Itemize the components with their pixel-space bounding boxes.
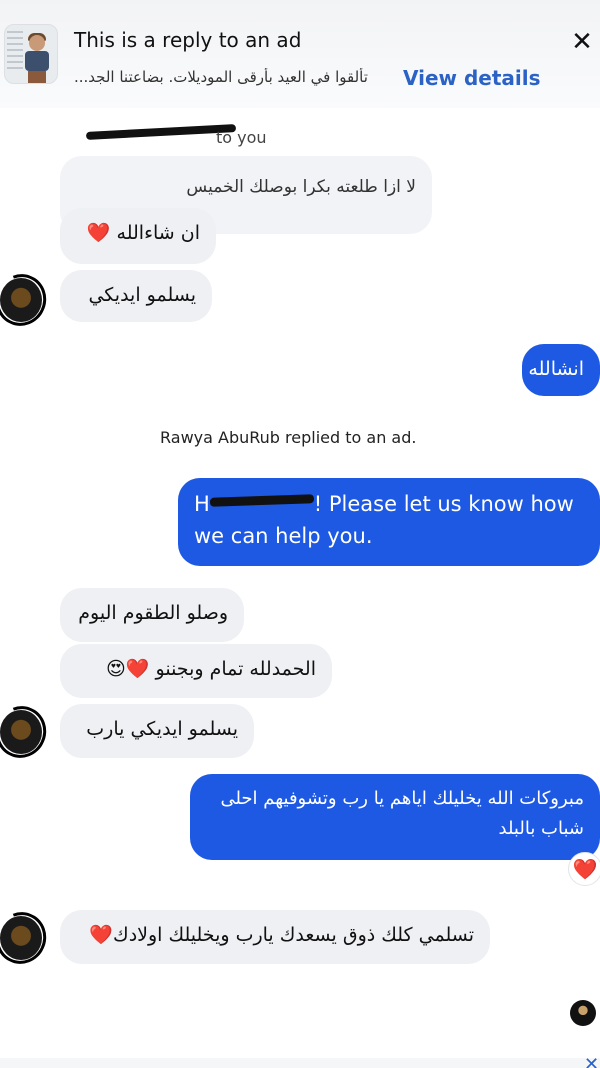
ad-snippet: تألقوا في العيد بأرقى الموديلات. بضاعتنا… bbox=[74, 68, 368, 86]
seen-avatar bbox=[570, 1000, 596, 1026]
message-bubble-incoming[interactable]: وصلو الطقوم اليوم bbox=[60, 588, 244, 642]
heart-reaction[interactable]: ❤️ bbox=[568, 852, 600, 886]
sender-avatar[interactable] bbox=[0, 278, 42, 322]
bottom-ad-strip: ✕ bbox=[0, 1054, 600, 1068]
close-icon[interactable]: ✕ bbox=[568, 26, 596, 58]
message-text-prefix: H bbox=[194, 492, 210, 516]
reply-note: to you bbox=[216, 128, 267, 147]
message-bubble-outgoing[interactable]: انشالله bbox=[522, 344, 600, 396]
reply-note-ad: Rawya AbuRub replied to an ad. bbox=[160, 428, 417, 447]
redaction-scribble bbox=[85, 124, 237, 140]
heart-emoji: ❤️ bbox=[86, 222, 111, 244]
ad-reply-banner[interactable]: This is a reply to an ad ✕ تألقوا في الع… bbox=[0, 0, 600, 108]
message-bubble-incoming[interactable]: تسلمي كلك ذوق يسعدك يارب ويخليلك اولادك❤… bbox=[60, 910, 490, 964]
view-details-link[interactable]: View details bbox=[403, 66, 541, 90]
message-text: ان شاءالله bbox=[116, 222, 200, 244]
heart-eyes-emoji: ❤️😍 bbox=[106, 658, 150, 680]
message-bubble-outgoing[interactable]: H! Please let us know how we can help yo… bbox=[178, 478, 600, 566]
sender-avatar[interactable] bbox=[0, 710, 42, 754]
sender-avatar[interactable] bbox=[0, 916, 42, 960]
redaction-scribble bbox=[209, 494, 314, 507]
ad-banner-title: This is a reply to an ad bbox=[74, 28, 302, 52]
message-bubble-incoming[interactable]: يسلمو ايديكي bbox=[60, 270, 212, 322]
heart-emoji: ❤️ bbox=[89, 924, 114, 946]
message-text: تسلمي كلك ذوق يسعدك يارب ويخليلك اولادك bbox=[113, 924, 474, 946]
message-bubble-incoming[interactable]: ان شاءالله ❤️ bbox=[60, 208, 216, 264]
message-bubble-incoming[interactable]: الحمدلله تمام وبجننو ❤️😍 bbox=[60, 644, 332, 698]
message-text: الحمدلله تمام وبجننو bbox=[155, 658, 316, 680]
ad-thumbnail[interactable] bbox=[4, 24, 58, 84]
message-bubble-outgoing[interactable]: مبروكات الله يخليلك اياهم يا رب وتشوفيهم… bbox=[190, 774, 600, 860]
message-bubble-incoming[interactable]: يسلمو ايديكي يارب bbox=[60, 704, 254, 758]
close-icon[interactable]: ✕ bbox=[584, 1054, 599, 1068]
